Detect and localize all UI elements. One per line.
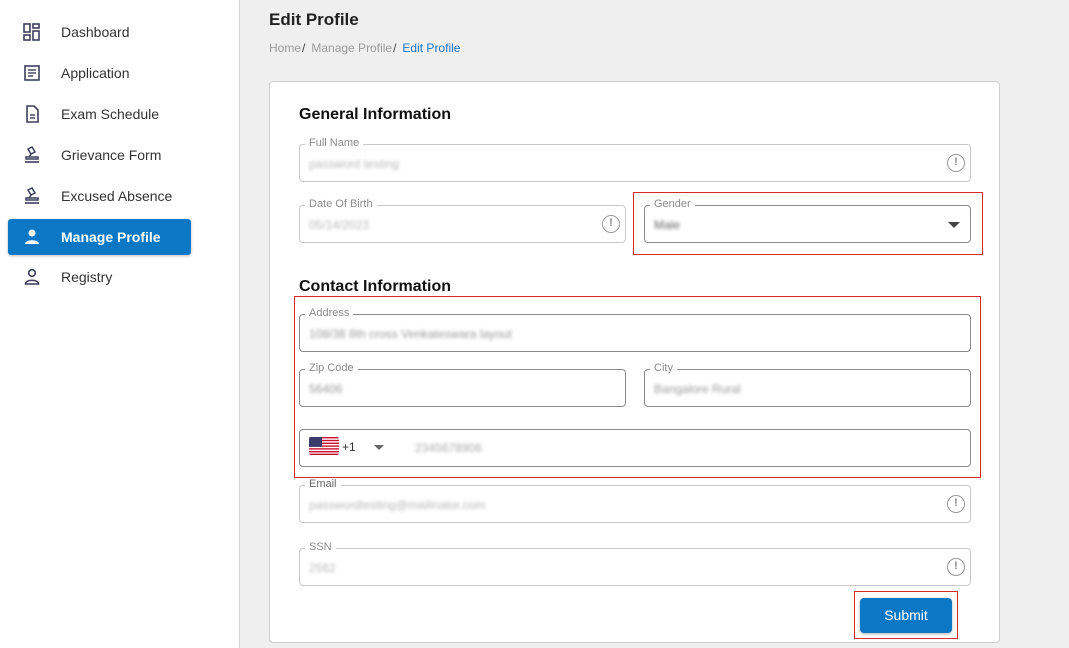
sidebar-item-label: Application [61, 65, 130, 81]
sidebar-item-dashboard[interactable]: Dashboard [8, 14, 191, 50]
date-of-birth-label: Date Of Birth [305, 198, 377, 210]
person-outline-icon [24, 268, 40, 285]
zip-code-label: Zip Code [305, 362, 358, 374]
chevron-down-icon[interactable] [374, 445, 384, 450]
full-name-label: Full Name [305, 137, 364, 149]
person-icon [25, 229, 39, 244]
zip-code-field[interactable]: Zip Code 56406 [299, 362, 626, 407]
gender-select[interactable]: Gender Male [644, 198, 971, 243]
sidebar-item-label: Dashboard [61, 24, 130, 40]
sidebar-item-label: Grievance Form [61, 147, 162, 163]
sidebar-item-manage-profile[interactable]: Manage Profile [8, 219, 191, 255]
full-name-value: password testing [309, 157, 400, 171]
email-label: Email [305, 478, 341, 490]
stamp-icon [25, 146, 39, 163]
gender-label: Gender [650, 198, 695, 210]
chevron-down-icon [948, 222, 960, 228]
country-code[interactable]: +1 [342, 440, 356, 454]
city-label: City [650, 362, 677, 374]
info-icon: ! [947, 558, 965, 576]
full-name-field[interactable]: Full Name password testing ! [299, 137, 971, 182]
breadcrumb-manage-profile[interactable]: Manage Profile [311, 41, 392, 55]
email-field[interactable]: Email passwordtesting@mailinator.com ! [299, 478, 971, 523]
info-icon: ! [947, 154, 965, 172]
breadcrumb-separator: / [302, 41, 306, 55]
sidebar: Dashboard Application Exam Schedule Grie… [0, 0, 240, 648]
breadcrumb-current: Edit Profile [402, 41, 461, 55]
ssn-label: SSN [305, 541, 336, 553]
edit-profile-card: General Information Full Name password t… [269, 81, 1000, 643]
date-of-birth-value: 05/14/2023 [309, 218, 370, 232]
address-field[interactable]: Address 108/38 8th cross Venkateswara la… [299, 307, 971, 352]
ssn-value: 2562 [309, 561, 336, 575]
ssn-field[interactable]: SSN 2562 ! [299, 541, 971, 586]
page-title: Edit Profile [269, 10, 359, 29]
document-list-icon [24, 65, 40, 81]
sidebar-item-label: Registry [61, 269, 113, 285]
address-value: 108/38 8th cross Venkateswara layout [309, 327, 512, 341]
sidebar-item-label: Exam Schedule [61, 106, 160, 122]
city-field[interactable]: City Bangalore Rural [644, 362, 971, 407]
zip-code-value: 56406 [309, 382, 343, 396]
us-flag-icon[interactable] [309, 437, 339, 455]
phone-field[interactable]: +1 2345678906 [299, 429, 971, 467]
email-value: passwordtesting@mailinator.com [309, 498, 486, 512]
sidebar-item-application[interactable]: Application [8, 55, 191, 91]
address-label: Address [305, 307, 354, 319]
sidebar-item-label: Excused Absence [61, 188, 173, 204]
gender-value: Male [654, 218, 681, 232]
breadcrumb: Home/Manage Profile/Edit Profile [269, 41, 460, 55]
city-value: Bangalore Rural [654, 382, 741, 396]
date-of-birth-field[interactable]: Date Of Birth 05/14/2023 ! [299, 198, 626, 243]
general-information-title: General Information [299, 106, 452, 123]
breadcrumb-separator: / [393, 41, 397, 55]
sidebar-item-exam-schedule[interactable]: Exam Schedule [8, 96, 191, 132]
file-icon [26, 105, 39, 123]
sidebar-item-grievance-form[interactable]: Grievance Form [8, 137, 191, 173]
phone-number-value: 2345678906 [415, 441, 482, 455]
stamp-icon [25, 187, 39, 204]
info-icon: ! [947, 495, 965, 513]
sidebar-item-registry[interactable]: Registry [8, 259, 191, 295]
dashboard-icon [23, 23, 40, 41]
info-icon: ! [602, 215, 620, 233]
sidebar-item-label: Manage Profile [61, 229, 161, 245]
sidebar-item-excused-absence[interactable]: Excused Absence [8, 178, 191, 214]
submit-button[interactable]: Submit [860, 598, 952, 633]
contact-information-title: Contact Information [299, 278, 451, 295]
breadcrumb-home[interactable]: Home [269, 41, 301, 55]
